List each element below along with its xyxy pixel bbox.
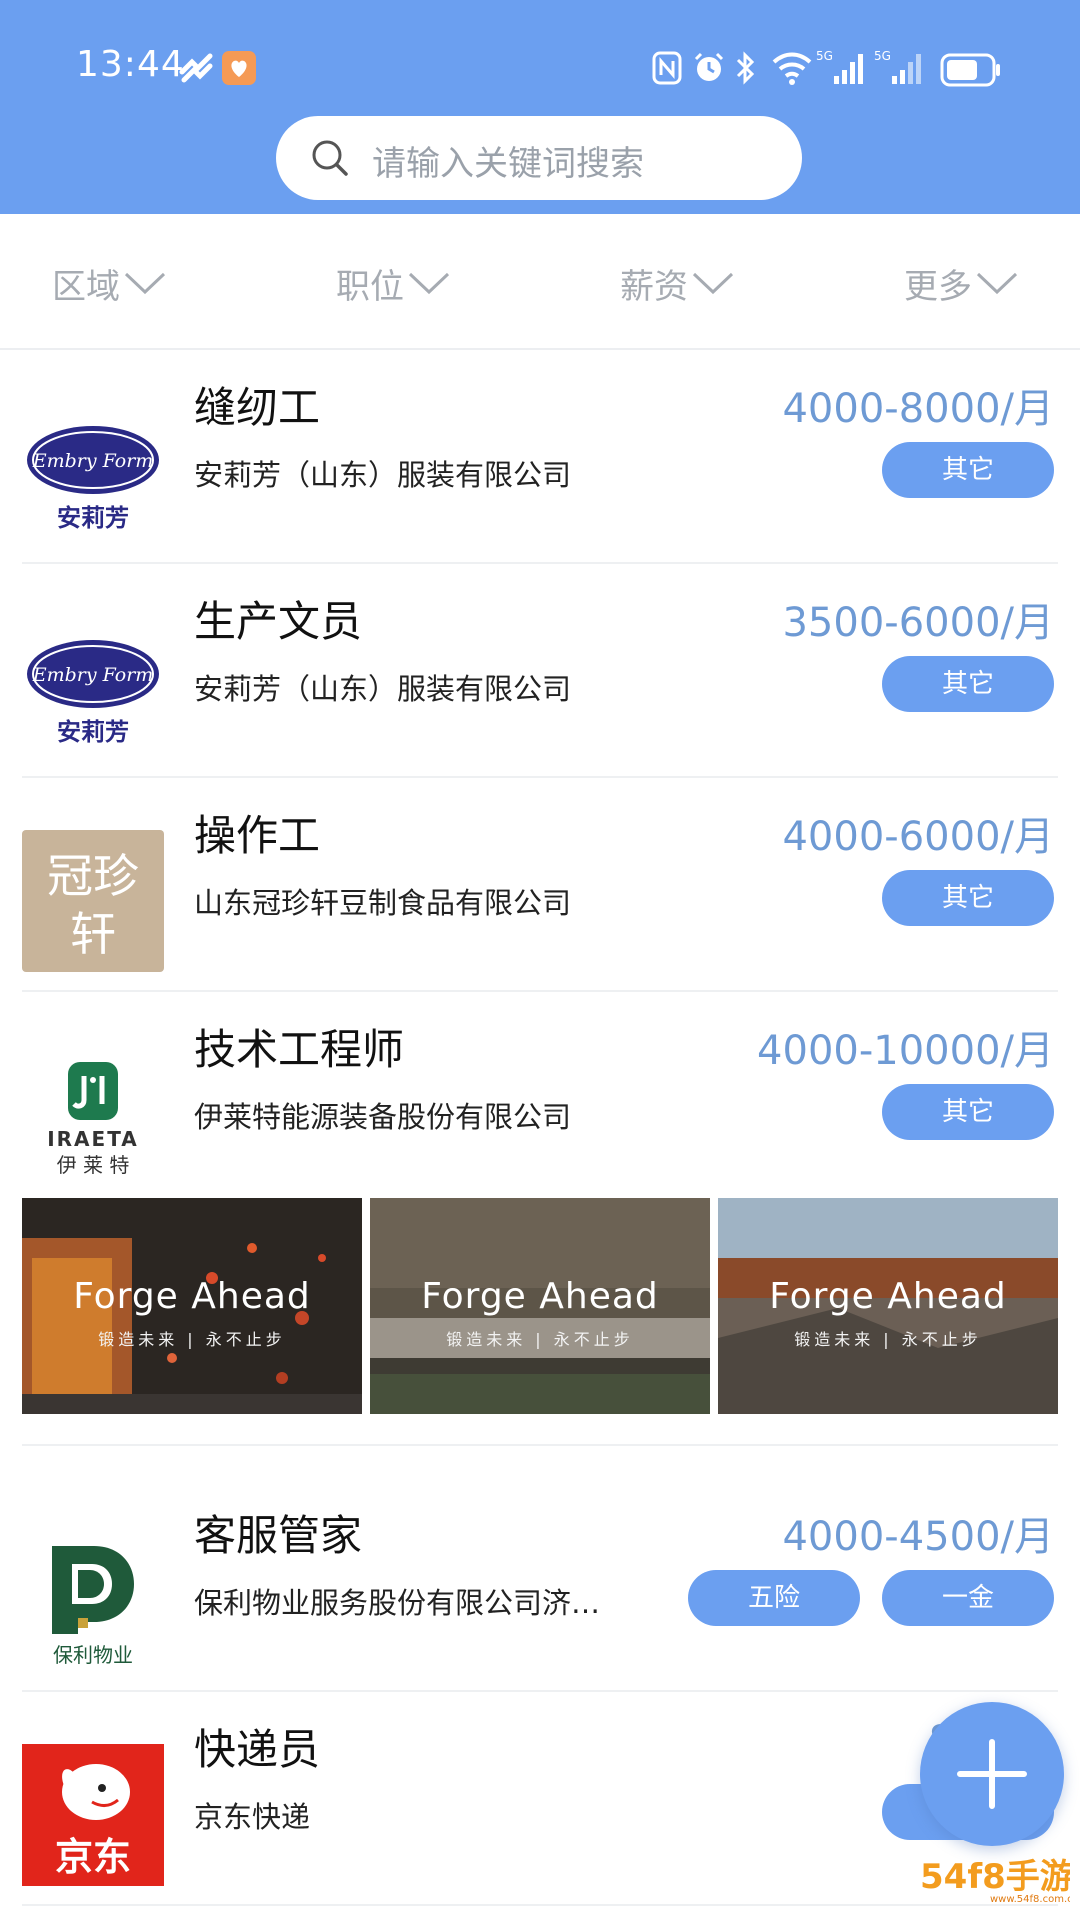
chevron-down-icon bbox=[976, 272, 1018, 295]
svg-text:5G: 5G bbox=[874, 49, 891, 63]
banner-subtitle: 锻造未来 | 永不止步 bbox=[446, 1330, 634, 1349]
status-time: 13:44 bbox=[76, 44, 185, 85]
banner-title: Forge Ahead bbox=[421, 1276, 659, 1317]
status-bar: 13:44 5G 5G bbox=[0, 0, 1080, 110]
job-title: 生产文员 bbox=[194, 597, 363, 646]
divider bbox=[22, 1444, 1058, 1446]
job-tag: 其它 bbox=[882, 870, 1054, 926]
svg-text:京东: 京东 bbox=[55, 1835, 131, 1879]
company-name: 安莉芳（山东）服装有限公司 bbox=[194, 672, 572, 706]
banner-image[interactable]: Forge Ahead 锻造未来 | 永不止步 bbox=[22, 1198, 362, 1414]
plus-icon bbox=[957, 1739, 1027, 1809]
job-title: 客服管家 bbox=[194, 1511, 363, 1560]
chevron-down-icon bbox=[124, 272, 166, 295]
company-name: 安莉芳（山东）服装有限公司 bbox=[194, 458, 572, 492]
svg-text:伊 莱 特: 伊 莱 特 bbox=[57, 1153, 130, 1177]
signal-5g-icon: 5G bbox=[816, 49, 863, 84]
job-tag: 五险 bbox=[688, 1570, 860, 1626]
svg-text:Embry Form: Embry Form bbox=[32, 664, 154, 686]
svg-text:保利物业: 保利物业 bbox=[53, 1643, 133, 1667]
job-title: 操作工 bbox=[194, 811, 321, 860]
filter-position[interactable]: 职位 bbox=[336, 258, 450, 308]
salary: 3500-6000/月 bbox=[782, 600, 1054, 646]
nfc-icon bbox=[652, 51, 682, 85]
job-tag: 一金 bbox=[882, 1570, 1054, 1626]
svg-text:www.54f8.com.cn: www.54f8.com.cn bbox=[990, 1894, 1070, 1905]
salary: 4000-6000/月 bbox=[782, 814, 1054, 860]
job-tag: 其它 bbox=[882, 442, 1054, 498]
job-tag: 其它 bbox=[882, 1084, 1054, 1140]
svg-text:冠珍: 冠珍 bbox=[47, 849, 139, 903]
job-card[interactable]: 保利物业 客服管家 保利物业服务股份有限公司济… 4000-4500/月 五险 … bbox=[0, 1478, 1080, 1692]
svg-text:安莉芳: 安莉芳 bbox=[57, 718, 129, 746]
filter-label: 薪资 bbox=[620, 266, 688, 307]
banner-title: Forge Ahead bbox=[769, 1276, 1007, 1317]
job-tag: 其它 bbox=[882, 656, 1054, 712]
company-logo: Embry Form 安莉芳 bbox=[22, 402, 164, 544]
alarm-icon bbox=[694, 52, 724, 81]
search-input[interactable]: 请输入关键词搜索 bbox=[276, 116, 802, 200]
banner-title: Forge Ahead bbox=[73, 1276, 311, 1317]
job-card[interactable]: 京东 快递员 京东快递 8 五 bbox=[0, 1692, 1080, 1906]
health-app-icon bbox=[222, 51, 256, 85]
bluetooth-icon bbox=[736, 51, 755, 85]
job-card[interactable]: Embry Form 安莉芳 缝纫工 安莉芳（山东）服装有限公司 4000-80… bbox=[0, 350, 1080, 564]
job-title: 快递员 bbox=[194, 1725, 321, 1774]
filter-label: 区域 bbox=[52, 266, 120, 307]
job-card[interactable]: 冠珍 轩 操作工 山东冠珍轩豆制食品有限公司 4000-6000/月 其它 bbox=[0, 778, 1080, 992]
company-logo: 保利物业 bbox=[22, 1530, 164, 1672]
banner-subtitle: 锻造未来 | 永不止步 bbox=[98, 1330, 286, 1349]
company-name: 伊莱特能源装备股份有限公司 bbox=[194, 1100, 572, 1134]
divider bbox=[22, 1904, 1058, 1906]
job-card[interactable]: Embry Form 安莉芳 生产文员 安莉芳（山东）服装有限公司 3500-6… bbox=[0, 564, 1080, 778]
chevron-down-icon bbox=[408, 272, 450, 295]
app-header: 13:44 5G 5G 请输入关键词搜索 bbox=[0, 0, 1080, 214]
search-icon bbox=[312, 140, 348, 176]
salary: 4000-4500/月 bbox=[782, 1514, 1054, 1560]
chevron-down-icon bbox=[692, 272, 734, 295]
salary: 4000-8000/月 bbox=[782, 386, 1054, 432]
company-logo: 冠珍 轩 bbox=[22, 830, 164, 972]
job-title: 技术工程师 bbox=[194, 1025, 405, 1074]
banner-image[interactable]: Forge Ahead 锻造未来 | 永不止步 bbox=[370, 1198, 710, 1414]
company-name: 保利物业服务股份有限公司济… bbox=[194, 1586, 601, 1620]
job-card[interactable]: IRAETA 伊 莱 特 技术工程师 伊莱特能源装备股份有限公司 4000-10… bbox=[0, 992, 1080, 1206]
company-name: 山东冠珍轩豆制食品有限公司 bbox=[194, 886, 572, 920]
svg-text:Embry Form: Embry Form bbox=[32, 450, 154, 472]
svg-text:轩: 轩 bbox=[70, 907, 116, 961]
svg-text:IRAETA: IRAETA bbox=[47, 1127, 139, 1151]
company-name: 京东快递 bbox=[194, 1800, 311, 1834]
filter-bar: 区域 职位 薪资 更多 bbox=[0, 214, 1080, 350]
add-button[interactable] bbox=[920, 1702, 1064, 1846]
battery-icon bbox=[940, 53, 1000, 87]
company-logo: 京东 bbox=[22, 1744, 164, 1886]
signal-5g-icon-2: 5G bbox=[874, 49, 921, 84]
company-logo: Embry Form 安莉芳 bbox=[22, 616, 164, 758]
job-title: 缝纫工 bbox=[194, 383, 321, 432]
svg-text:5G: 5G bbox=[816, 49, 833, 63]
filter-label: 更多 bbox=[904, 266, 972, 307]
activity-icon bbox=[179, 53, 213, 83]
svg-text:54f8手游网: 54f8手游网 bbox=[920, 1857, 1070, 1897]
salary: 4000-10000/月 bbox=[757, 1028, 1054, 1074]
watermark-logo: 54f8手游网 www.54f8.com.cn bbox=[920, 1854, 1080, 1910]
banner-subtitle: 锻造未来 | 永不止步 bbox=[794, 1330, 982, 1349]
filter-more[interactable]: 更多 bbox=[904, 258, 1018, 308]
search-placeholder: 请输入关键词搜索 bbox=[372, 144, 644, 184]
filter-label: 职位 bbox=[336, 266, 404, 307]
company-logo: IRAETA 伊 莱 特 bbox=[22, 1044, 164, 1186]
banner-image[interactable]: Forge Ahead 锻造未来 | 永不止步 bbox=[718, 1198, 1058, 1414]
svg-text:安莉芳: 安莉芳 bbox=[57, 504, 129, 532]
filter-salary[interactable]: 薪资 bbox=[620, 258, 734, 308]
wifi-icon bbox=[772, 52, 812, 85]
filter-region[interactable]: 区域 bbox=[52, 258, 166, 308]
